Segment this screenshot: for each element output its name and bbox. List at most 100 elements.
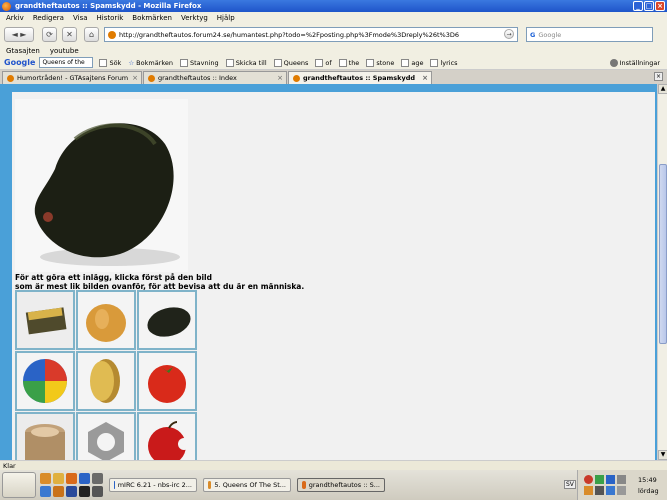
- quicklaunch-icon[interactable]: [53, 486, 64, 497]
- task-firefox[interactable]: grandtheftautos :: S...: [297, 478, 385, 492]
- highlight-icon: [366, 58, 375, 67]
- scroll-thumb[interactable]: [659, 164, 667, 344]
- highlight-icon: [315, 58, 324, 67]
- menu-hjalp[interactable]: Hjälp: [217, 14, 235, 22]
- choice-sponge[interactable]: [15, 290, 75, 350]
- close-tab-icon[interactable]: ×: [422, 74, 428, 82]
- google-logo: Google: [4, 58, 36, 67]
- menu-visa[interactable]: Visa: [73, 14, 88, 22]
- choice-avocado[interactable]: [137, 290, 197, 350]
- quick-launch: [40, 473, 103, 497]
- spellcheck-icon: [180, 58, 188, 67]
- tab-favicon: [7, 74, 14, 82]
- tab-favicon: [148, 74, 155, 82]
- task-mirc[interactable]: mIRC 6.21 - nbs-irc 2...: [109, 478, 197, 492]
- highlight-icon: [273, 58, 282, 67]
- bookmarks-bar: Gtasajten youtube: [0, 45, 667, 56]
- mirc-icon: [114, 481, 115, 489]
- quicklaunch-icon[interactable]: [40, 473, 51, 484]
- quicklaunch-icon[interactable]: [92, 486, 103, 497]
- tray-icon[interactable]: [617, 486, 626, 495]
- tray-icon[interactable]: [584, 486, 593, 495]
- task-music[interactable]: 5. Queens Of The St...: [203, 478, 291, 492]
- system-tray: SV 15:49 lördag: [564, 470, 667, 500]
- clock-time[interactable]: 15:49: [638, 476, 657, 484]
- close-tab-icon[interactable]: ×: [132, 74, 138, 82]
- tab-spamskydd[interactable]: grandtheftautos :: Spamskydd ×: [288, 71, 432, 84]
- quicklaunch-icon[interactable]: [79, 473, 90, 484]
- bookmark-youtube[interactable]: youtube: [50, 47, 79, 55]
- language-indicator[interactable]: SV: [564, 480, 576, 489]
- google-bookmarks-button[interactable]: ☆ Bokmärken: [128, 59, 173, 67]
- window-titlebar: grandtheftautos :: Spamskydd - Mozilla F…: [0, 0, 667, 12]
- menu-arkiv[interactable]: Arkiv: [6, 14, 24, 22]
- choice-onion[interactable]: [76, 290, 136, 350]
- star-icon: ☆: [128, 58, 135, 67]
- choice-ball[interactable]: [15, 351, 75, 411]
- google-term-queens[interactable]: Queens: [273, 58, 308, 67]
- close-all-tabs-icon[interactable]: ×: [654, 72, 663, 81]
- google-term-the[interactable]: the: [338, 58, 359, 67]
- quicklaunch-icon[interactable]: [66, 486, 77, 497]
- go-icon[interactable]: →: [504, 29, 514, 39]
- send-icon: [225, 58, 234, 67]
- choice-tomato[interactable]: [137, 351, 197, 411]
- media-player-icon: [208, 481, 212, 489]
- tray-icon[interactable]: [595, 486, 604, 495]
- url-text: http://grandtheftautos.forum24.se/humant…: [119, 30, 459, 39]
- google-term-stone[interactable]: stone: [366, 58, 394, 67]
- vertical-scrollbar[interactable]: ▲ ▼: [657, 84, 667, 460]
- captcha-choice-grid: [15, 290, 199, 472]
- google-send-button[interactable]: Skicka till: [225, 58, 267, 67]
- back-forward-button[interactable]: ◄ ►: [4, 27, 34, 42]
- choice-coin[interactable]: [76, 351, 136, 411]
- close-tab-icon[interactable]: ×: [277, 74, 283, 82]
- menu-bokmarken[interactable]: Bokmärken: [132, 14, 172, 22]
- google-search-button[interactable]: Sök: [99, 58, 121, 67]
- tab-humortraden[interactable]: Humortråden! - GTAsajtens Forum ×: [2, 71, 142, 84]
- search-icon: [99, 58, 108, 67]
- reload-icon[interactable]: ⟳: [42, 27, 57, 42]
- highlight-icon: [338, 58, 347, 67]
- tray-icon[interactable]: [606, 486, 615, 495]
- status-text: Klar: [3, 462, 16, 470]
- tray-icon[interactable]: [606, 475, 615, 484]
- google-term-of[interactable]: of: [315, 58, 332, 67]
- menu-verktyg[interactable]: Verktyg: [181, 14, 208, 22]
- quicklaunch-icon[interactable]: [40, 486, 51, 497]
- home-icon[interactable]: ⌂: [84, 27, 99, 42]
- search-box[interactable]: G Google: [526, 27, 653, 42]
- bookmark-gtasajten[interactable]: Gtasajten: [6, 47, 40, 55]
- start-button[interactable]: [2, 472, 36, 498]
- tab-index[interactable]: grandtheftautos :: Index ×: [143, 71, 287, 84]
- scroll-up-icon[interactable]: ▲: [658, 84, 667, 94]
- google-spellcheck-button[interactable]: Stavning: [180, 58, 219, 67]
- firefox-icon[interactable]: [66, 473, 77, 484]
- google-term-lyrics[interactable]: lyrics: [430, 58, 458, 67]
- quicklaunch-icon[interactable]: [79, 486, 90, 497]
- scroll-down-icon[interactable]: ▼: [658, 450, 667, 460]
- quicklaunch-icon[interactable]: [53, 473, 64, 484]
- menu-historik[interactable]: Historik: [97, 14, 124, 22]
- menu-redigera[interactable]: Redigera: [33, 14, 64, 22]
- window-title: grandtheftautos :: Spamskydd - Mozilla F…: [15, 2, 202, 10]
- tab-strip: Humortråden! - GTAsajtens Forum × grandt…: [0, 70, 667, 84]
- gear-icon: [609, 58, 618, 67]
- tray-icon[interactable]: [595, 475, 604, 484]
- firefox-icon: [2, 1, 11, 11]
- navigation-toolbar: ◄ ► ⟳ ✕ ⌂ http://grandtheftautos.forum24…: [0, 24, 667, 45]
- close-window-button[interactable]: ×: [655, 1, 665, 11]
- minimize-button[interactable]: _: [633, 1, 643, 11]
- tray-icon[interactable]: [617, 475, 626, 484]
- url-bar[interactable]: http://grandtheftautos.forum24.se/humant…: [104, 27, 518, 42]
- highlight-icon: [401, 58, 410, 67]
- maximize-button[interactable]: □: [644, 1, 654, 11]
- google-query-input[interactable]: Queens of the: [39, 57, 94, 68]
- search-placeholder: Google: [538, 30, 562, 39]
- reference-image-avocado: [15, 99, 188, 272]
- stop-icon[interactable]: ✕: [62, 27, 77, 42]
- google-settings-button[interactable]: Inställningar: [609, 58, 660, 67]
- tray-icon[interactable]: [584, 475, 593, 484]
- quicklaunch-icon[interactable]: [92, 473, 103, 484]
- google-term-age[interactable]: age: [401, 58, 423, 67]
